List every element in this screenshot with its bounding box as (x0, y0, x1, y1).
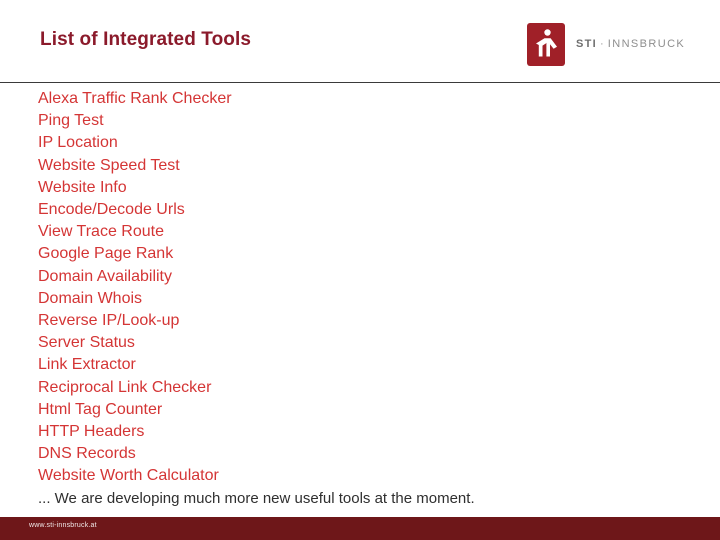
list-item: Reverse IP/Look-up (38, 312, 180, 330)
logo-brand-primary: STI (576, 38, 598, 50)
presentation-slide: List of Integrated Tools STI · INNSBRUCK… (0, 0, 720, 540)
integrated-tools-list: Alexa Traffic Rank Checker Ping Test IP … (38, 88, 688, 488)
list-item: Website Speed Test (38, 156, 180, 174)
list-item: Google Page Rank (38, 245, 174, 263)
list-item: View Trace Route (38, 223, 164, 241)
header-divider (0, 82, 720, 83)
list-item: IP Location (38, 134, 118, 152)
sti-person-mark-icon (527, 22, 565, 66)
slide-header: List of Integrated Tools STI · INNSBRUCK (0, 0, 720, 83)
sti-innsbruck-logo: STI · INNSBRUCK (527, 22, 685, 66)
list-item: Alexa Traffic Rank Checker (38, 90, 232, 107)
slide-footer: www.sti-innsbruck.at (0, 517, 720, 540)
list-item: Domain Whois (38, 289, 143, 307)
page-title: List of Integrated Tools (40, 29, 252, 50)
list-item: Link Extractor (38, 356, 136, 374)
list-item: Html Tag Counter (38, 400, 163, 418)
logo-wordmark: STI · INNSBRUCK (576, 38, 685, 50)
list-item: Ping Test (38, 112, 104, 130)
list-item: Server Status (38, 334, 135, 352)
list-item: Domain Availability (38, 267, 172, 285)
list-item: Website Worth Calculator (38, 467, 219, 485)
logo-brand-secondary: INNSBRUCK (607, 38, 686, 50)
footer-website-url: www.sti-innsbruck.at (29, 522, 97, 529)
list-item: DNS Records (38, 445, 136, 463)
list-item: Encode/Decode Urls (38, 201, 185, 219)
closing-note: ... We are developing much more new usef… (38, 489, 475, 507)
list-item: HTTP Headers (38, 423, 145, 441)
list-item: Website Info (38, 178, 127, 196)
slide-content: Alexa Traffic Rank Checker Ping Test IP … (38, 88, 688, 510)
logo-separator: · (600, 38, 605, 50)
list-item: Reciprocal Link Checker (38, 378, 212, 396)
